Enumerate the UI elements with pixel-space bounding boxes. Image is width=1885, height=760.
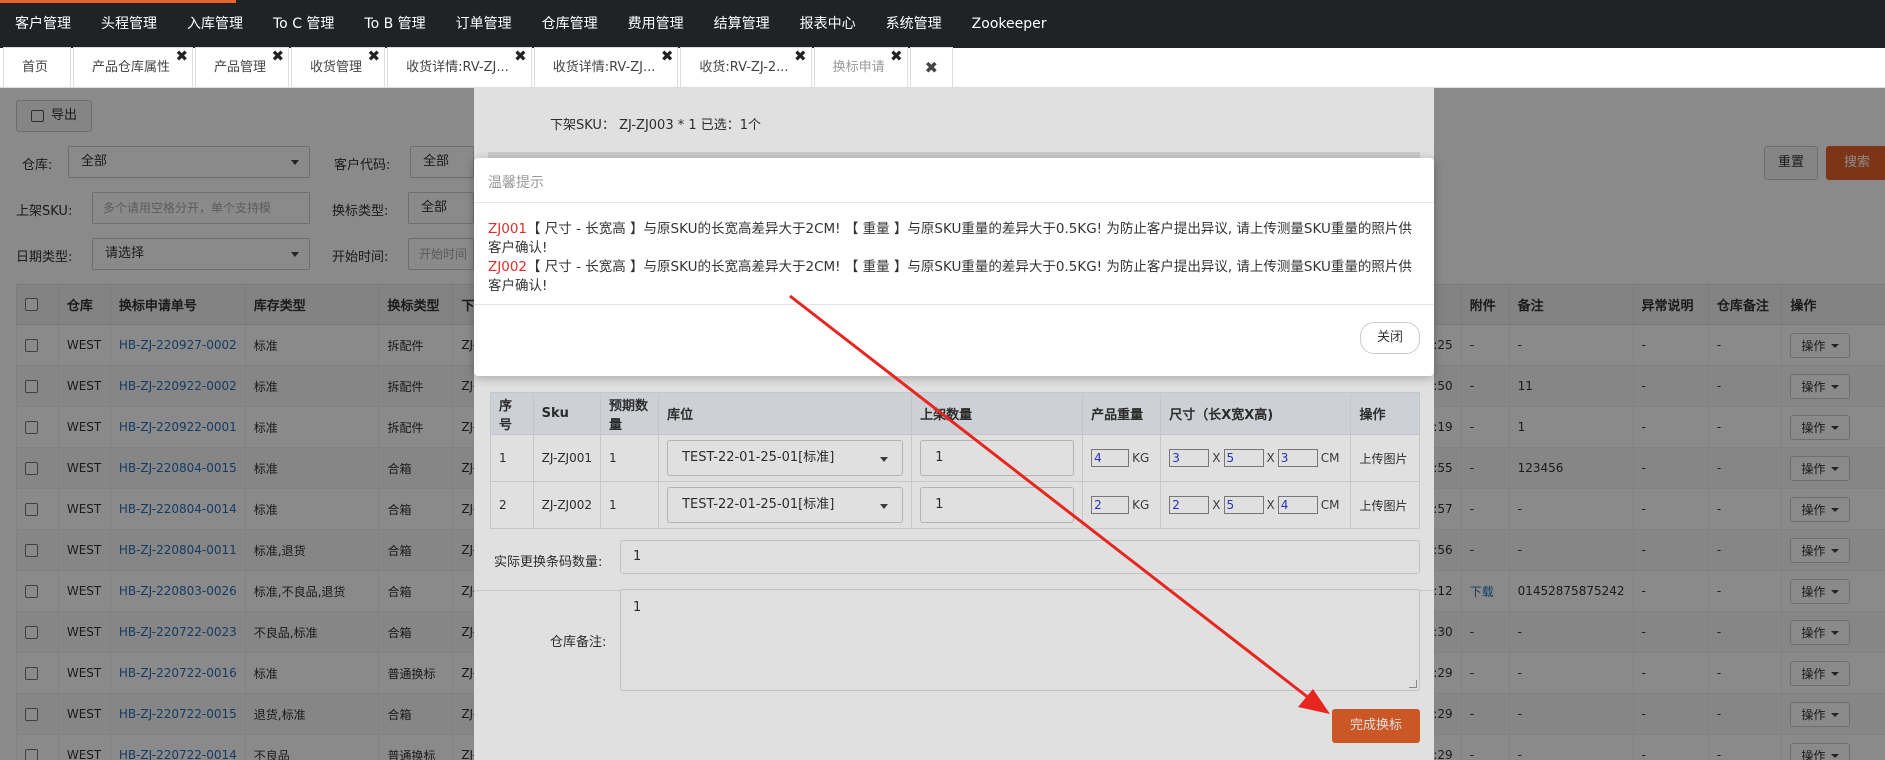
dialog-divider xyxy=(474,202,1434,203)
close-icon[interactable]: ✖ xyxy=(794,36,807,76)
tab-product-management[interactable]: 产品管理 ✖ xyxy=(195,47,290,87)
nav-item-zookeeper[interactable]: Zookeeper xyxy=(957,0,1062,48)
warning-dialog: 温馨提示 ZJ001【 尺寸 - 长宽高 】与原SKU的长宽高差异大于2CM! … xyxy=(474,158,1434,376)
warning-sku: ZJ001 xyxy=(488,221,527,237)
tab-receiving-management[interactable]: 收货管理 ✖ xyxy=(291,47,386,87)
warning-sku: ZJ002 xyxy=(488,259,527,275)
nav-item-first-leg[interactable]: 头程管理 xyxy=(86,0,172,48)
tab-label: 换标申请 xyxy=(832,60,885,75)
tab-label: 收货管理 xyxy=(310,60,363,75)
tab-label: 产品仓库属性 xyxy=(92,60,171,75)
tab-relabel-request[interactable]: 换标申请 ✖ xyxy=(813,47,908,87)
tab-label: 产品管理 xyxy=(214,60,267,75)
dialog-message: ZJ001【 尺寸 - 长宽高 】与原SKU的长宽高差异大于2CM! 【 重量 … xyxy=(488,220,1418,296)
close-icon[interactable]: ✖ xyxy=(514,36,527,76)
nav-item-warehouse[interactable]: 仓库管理 xyxy=(527,0,613,48)
dialog-title: 温馨提示 xyxy=(488,175,544,191)
tab-receiving[interactable]: 收货:RV-ZJ-2... ✖ xyxy=(680,47,812,87)
close-icon[interactable]: ✖ xyxy=(175,36,188,76)
warning-text: 【 尺寸 - 长宽高 】与原SKU的长宽高差异大于2CM! 【 重量 】与原SK… xyxy=(488,259,1412,294)
close-icon[interactable]: ✖ xyxy=(367,36,380,76)
tab-home[interactable]: 首页 xyxy=(3,47,72,87)
tab-label: 收货详情:RV-ZJ... xyxy=(406,60,509,75)
tab-label: 收货:RV-ZJ-2... xyxy=(699,60,789,75)
tab-bar: 首页 产品仓库属性 ✖ 产品管理 ✖ 收货管理 ✖ 收货详情:RV-ZJ... ✖ 收货… xyxy=(0,47,1885,88)
nav-item-system[interactable]: 系统管理 xyxy=(871,0,957,48)
nav-item-fees[interactable]: 费用管理 xyxy=(613,0,699,48)
warning-text: 【 尺寸 - 长宽高 】与原SKU的长宽高差异大于2CM! 【 重量 】与原SK… xyxy=(488,221,1412,256)
close-all-tabs-icon[interactable]: ✖ xyxy=(909,47,953,87)
close-icon[interactable]: ✖ xyxy=(890,36,903,76)
close-icon[interactable]: ✖ xyxy=(271,36,284,76)
dialog-footer-divider xyxy=(474,304,1434,305)
close-icon[interactable]: ✖ xyxy=(661,36,674,76)
nav-item-customer[interactable]: 客户管理 xyxy=(0,0,86,48)
tab-receiving-detail-1[interactable]: 收货详情:RV-ZJ... ✖ xyxy=(387,47,532,87)
nav-item-settlement[interactable]: 结算管理 xyxy=(699,0,785,48)
tab-label: 收货详情:RV-ZJ... xyxy=(552,60,656,75)
tab-receiving-detail-2[interactable]: 收货详情:RV-ZJ... ✖ xyxy=(533,47,679,87)
tab-label: 首页 xyxy=(22,60,49,75)
warning-line: ZJ001【 尺寸 - 长宽高 】与原SKU的长宽高差异大于2CM! 【 重量 … xyxy=(488,220,1418,258)
warning-line: ZJ002【 尺寸 - 长宽高 】与原SKU的长宽高差异大于2CM! 【 重量 … xyxy=(488,258,1418,296)
nav-item-tob[interactable]: To B 管理 xyxy=(349,0,440,48)
tab-product-warehouse-attr[interactable]: 产品仓库属性 ✖ xyxy=(73,47,194,87)
close-button[interactable]: 关闭 xyxy=(1360,322,1420,354)
